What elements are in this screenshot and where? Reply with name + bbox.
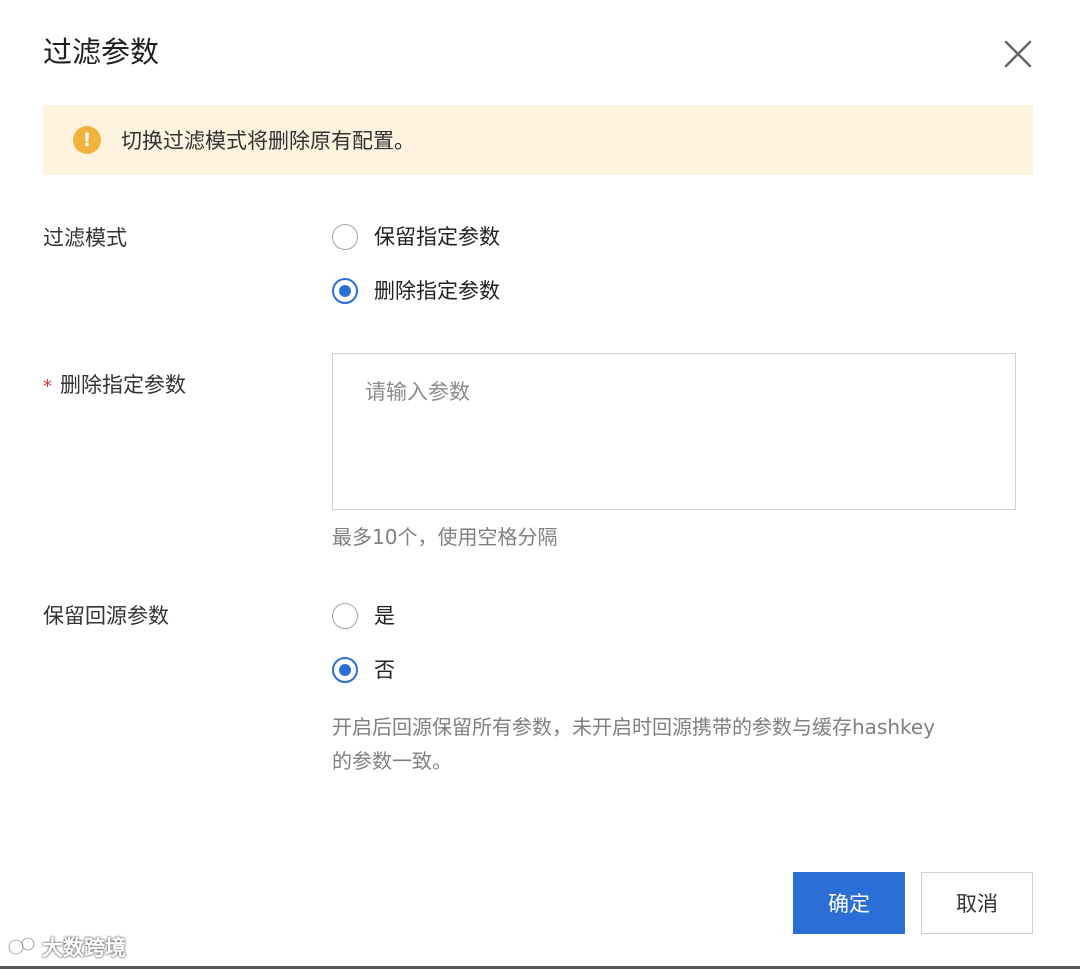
radio-no[interactable]: 否 bbox=[332, 655, 395, 685]
keep-origin-help-line-2: 的参数一致。 bbox=[332, 749, 452, 773]
filter-params-dialog: 过滤参数 ! 切换过滤模式将删除原有配置。 过滤模式 保留指定参数 删除指定参数… bbox=[0, 0, 1080, 969]
watermark-text: 大数跨境 bbox=[42, 936, 126, 960]
radio-label: 保留指定参数 bbox=[374, 225, 500, 249]
delete-params-label: * 删除指定参数 bbox=[43, 370, 186, 402]
delete-params-label-text: 删除指定参数 bbox=[60, 373, 186, 397]
keep-origin-help-line-1: 开启后回源保留所有参数，未开启时回源携带的参数与缓存hashkey bbox=[332, 715, 936, 739]
radio-delete-specified-params[interactable]: 删除指定参数 bbox=[332, 276, 500, 306]
alert-text: 切换过滤模式将删除原有配置。 bbox=[121, 129, 415, 153]
radio-label: 否 bbox=[374, 658, 395, 682]
watermark-logo-icon bbox=[7, 935, 38, 959]
warning-alert: ! 切换过滤模式将删除原有配置。 bbox=[43, 105, 1033, 175]
cancel-button[interactable]: 取消 bbox=[921, 872, 1033, 934]
radio-yes[interactable]: 是 bbox=[332, 601, 395, 631]
close-button[interactable] bbox=[996, 32, 1040, 76]
radio-circle-checked[interactable] bbox=[332, 278, 358, 304]
watermark: 大数跨境 bbox=[7, 932, 126, 962]
radio-label: 是 bbox=[374, 604, 395, 628]
radio-circle-checked[interactable] bbox=[332, 657, 358, 683]
close-icon bbox=[1004, 40, 1032, 68]
dialog-title: 过滤参数 bbox=[43, 35, 160, 69]
params-help-text: 最多10个，使用空格分隔 bbox=[332, 525, 558, 549]
required-mark: * bbox=[43, 376, 52, 397]
warning-icon: ! bbox=[73, 126, 101, 154]
confirm-button[interactable]: 确定 bbox=[793, 872, 905, 934]
filter-mode-label: 过滤模式 bbox=[43, 226, 127, 250]
radio-circle[interactable] bbox=[332, 224, 358, 250]
params-input[interactable] bbox=[332, 353, 1016, 510]
radio-label: 删除指定参数 bbox=[374, 279, 500, 303]
radio-keep-specified-params[interactable]: 保留指定参数 bbox=[332, 222, 500, 252]
radio-circle[interactable] bbox=[332, 603, 358, 629]
keep-origin-params-label: 保留回源参数 bbox=[43, 604, 169, 628]
